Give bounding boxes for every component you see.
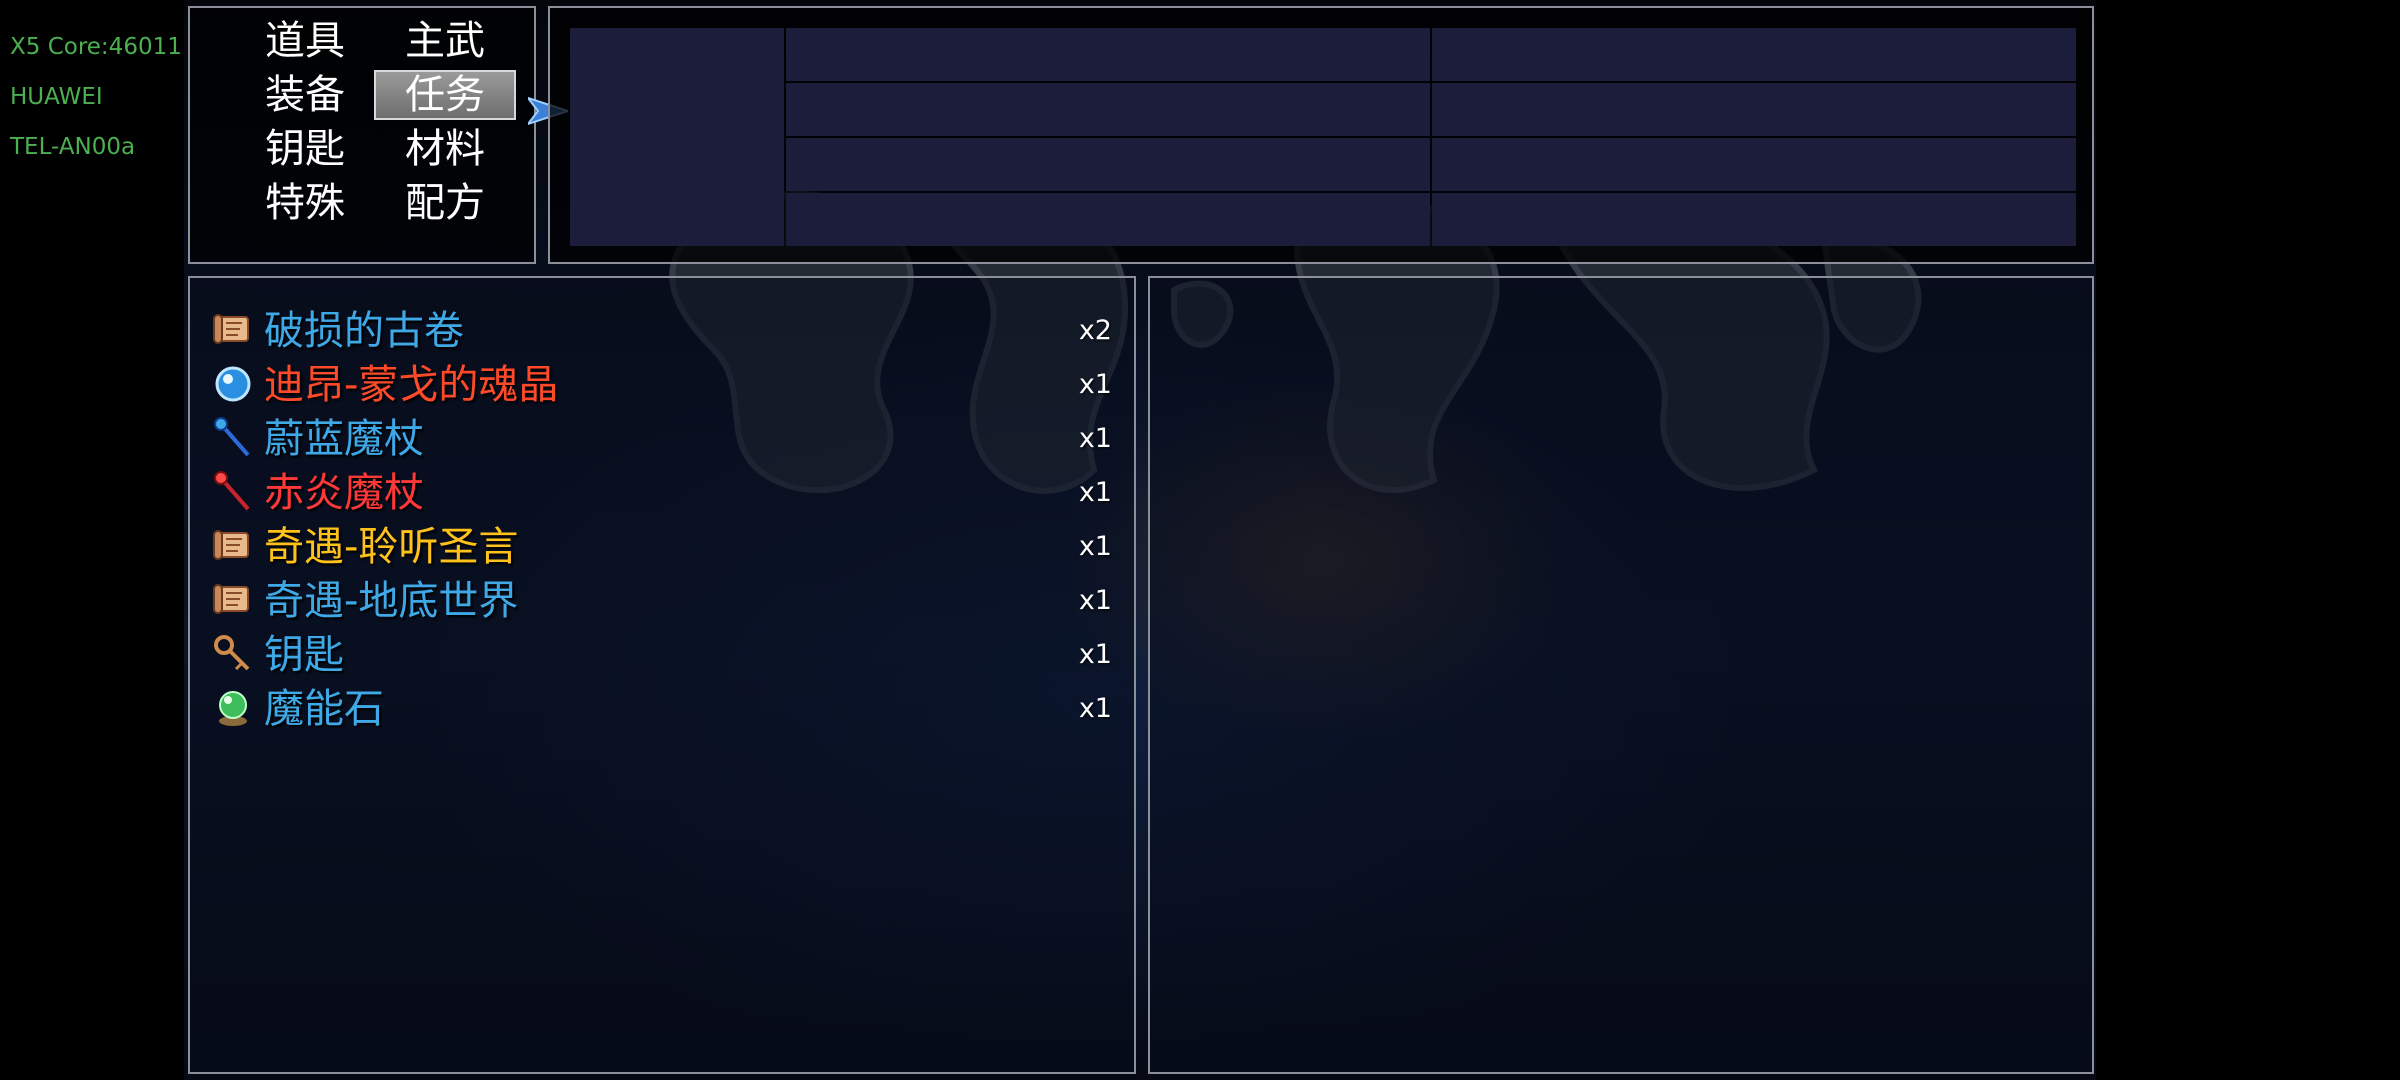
soul-crystal-icon [212, 363, 254, 405]
key-icon [212, 633, 254, 675]
item-name: 奇遇-地底世界 [264, 578, 519, 624]
category-tab-1[interactable]: 主武 [374, 16, 516, 66]
info-cell [1432, 83, 2076, 136]
device-core-label: X5 Core:46011 [10, 34, 182, 60]
item-row[interactable]: 魔能石 x1 [212, 682, 1112, 736]
item-name: 钥匙 [264, 632, 344, 678]
category-menu: 道具 主武 装备 任务 钥匙 材料 特殊 配方 [188, 6, 568, 264]
item-quantity: x1 [1078, 585, 1112, 616]
game-screen: X5 Core:46011 HUAWEI TEL-AN00a 道具 主武 装备 任务钥… [0, 0, 2400, 1080]
info-label-cell [570, 28, 784, 246]
item-quantity: x1 [1078, 531, 1112, 562]
item-row[interactable]: 破损的古卷 x2 [212, 304, 1112, 358]
item-name: 奇遇-聆听圣言 [264, 524, 519, 570]
info-cell [1432, 193, 2076, 246]
category-tab-7[interactable]: 配方 [374, 178, 516, 228]
blue-wand-icon [212, 417, 254, 459]
category-tab-3[interactable]: 任务 [374, 70, 516, 120]
item-quantity: x2 [1078, 315, 1112, 346]
item-detail-panel [1148, 276, 2094, 1074]
item-quantity: x1 [1078, 477, 1112, 508]
device-model-label: TEL-AN00a [10, 134, 136, 160]
category-tab-2[interactable]: 装备 [234, 70, 376, 120]
item-info-panel [548, 6, 2094, 264]
item-row[interactable]: 迪昂-蒙戈的魂晶 x1 [212, 358, 1112, 412]
item-row[interactable]: 赤炎魔杖 x1 [212, 466, 1112, 520]
scroll-icon [212, 309, 254, 351]
item-name: 破损的古卷 [264, 308, 464, 354]
info-cell [786, 83, 1430, 136]
item-row[interactable]: 钥匙 x1 [212, 628, 1112, 682]
item-row[interactable]: 蔚蓝魔杖 x1 [212, 412, 1112, 466]
device-info-overlay: X5 Core:46011 HUAWEI TEL-AN00a [10, 22, 182, 172]
item-quantity: x1 [1078, 693, 1112, 724]
item-name: 迪昂-蒙戈的魂晶 [264, 362, 559, 408]
scroll-icon [212, 579, 254, 621]
item-quantity: x1 [1078, 369, 1112, 400]
magic-stone-icon [212, 687, 254, 729]
info-cell [786, 193, 1430, 246]
item-quantity: x1 [1078, 639, 1112, 670]
item-name: 魔能石 [264, 686, 384, 732]
device-brand-label: HUAWEI [10, 84, 103, 110]
category-tab-5[interactable]: 材料 [374, 124, 516, 174]
category-tab-4[interactable]: 钥匙 [234, 124, 376, 174]
item-row[interactable]: 奇遇-地底世界 x1 [212, 574, 1112, 628]
item-name: 赤炎魔杖 [264, 470, 424, 516]
red-wand-icon [212, 471, 254, 513]
scroll-icon [212, 525, 254, 567]
item-row[interactable]: 奇遇-聆听圣言 x1 [212, 520, 1112, 574]
item-quantity: x1 [1078, 423, 1112, 454]
category-tab-0[interactable]: 道具 [234, 16, 376, 66]
info-cell [786, 28, 1430, 81]
category-tab-6[interactable]: 特殊 [234, 178, 376, 228]
item-list-panel: 破损的古卷 x2 迪昂-蒙戈的魂晶 x1 蔚蓝魔杖 x1 赤炎魔杖 x1 奇遇-聆听圣言 x1 奇遇… [188, 276, 1136, 1074]
info-cell [786, 138, 1430, 191]
item-name: 蔚蓝魔杖 [264, 416, 424, 462]
info-cell [1432, 138, 2076, 191]
info-cell [1432, 28, 2076, 81]
info-table [570, 28, 2076, 246]
